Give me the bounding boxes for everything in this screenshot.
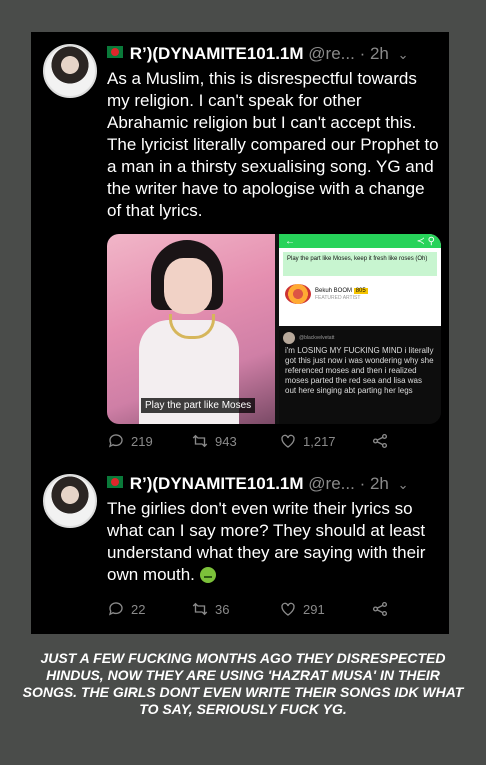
user-handle[interactable]: @re... xyxy=(308,44,355,63)
tweet-actions: 22 36 291 xyxy=(107,600,407,620)
retweet-count: 943 xyxy=(215,433,237,449)
heart-icon xyxy=(281,434,295,448)
lyrics-app-screenshot: ← ≺ ⚲ Play the part like Moses, keep it … xyxy=(279,234,441,326)
reply-icon xyxy=(108,602,123,616)
tweet-screenshot-panel: R’)(DYNAMITE101.1M @re... · 2h ⌄ As a Mu… xyxy=(31,32,449,634)
back-arrow-icon: ← xyxy=(285,235,295,247)
share-icon xyxy=(372,601,388,617)
chevron-down-icon[interactable]: ⌄ xyxy=(398,47,409,62)
retweet-icon xyxy=(192,434,208,448)
artist-name-line: Bekuh BOOM 805 xyxy=(315,287,368,295)
chevron-down-icon[interactable]: ⌄ xyxy=(398,477,409,492)
timestamp[interactable]: · 2h xyxy=(360,474,389,493)
tweet-text: As a Muslim, this is disrespectful towar… xyxy=(107,69,439,220)
tweet-header: R’)(DYNAMITE101.1M @re... · 2h ⌄ xyxy=(107,474,409,494)
tweet-1: R’)(DYNAMITE101.1M @re... · 2h ⌄ As a Mu… xyxy=(31,32,449,452)
like-button[interactable]: 291 xyxy=(279,600,325,618)
tweet-2: R’)(DYNAMITE101.1M @re... · 2h ⌄ The gir… xyxy=(31,462,449,632)
photo-caption: Play the part like Moses xyxy=(141,398,256,413)
tweet-header: R’)(DYNAMITE101.1M @re... · 2h ⌄ xyxy=(107,44,409,64)
reply-count: 219 xyxy=(131,433,153,449)
like-count: 1,217 xyxy=(303,433,336,449)
heart-icon xyxy=(281,602,295,616)
embedded-tweet-header: @blackvelvetatt xyxy=(279,330,441,346)
nauseated-face-emoji xyxy=(199,567,216,583)
retweet-button[interactable]: 943 xyxy=(191,432,237,450)
app-toolbar: ← ≺ ⚲ xyxy=(279,234,441,248)
artist-name: Bekuh BOOM xyxy=(315,288,353,294)
share-button[interactable] xyxy=(371,432,389,450)
lisa-photo: Play the part like Moses xyxy=(107,234,275,424)
retweet-count: 36 xyxy=(215,601,230,617)
share-icon xyxy=(372,433,388,449)
embedded-tweet-text: i'm LOSING MY FUCKING MIND i literally g… xyxy=(285,346,434,395)
artist-row: Bekuh BOOM 805 FEATURED ARTIST xyxy=(285,284,435,304)
reply-icon xyxy=(108,434,123,448)
embedded-tweet: @blackvelvetatt i'm LOSING MY FUCKING MI… xyxy=(279,330,441,424)
tweet-text-body: The girlies don't even write their lyric… xyxy=(107,499,426,584)
avatar[interactable] xyxy=(43,474,97,528)
embedded-handle: @blackvelvetatt xyxy=(299,335,335,341)
user-handle[interactable]: @re... xyxy=(308,474,355,493)
reply-count: 22 xyxy=(131,601,146,617)
tweet-media[interactable]: Play the part like Moses ← ≺ ⚲ Play the … xyxy=(107,234,441,424)
artist-sub: FEATURED ARTIST xyxy=(315,295,361,301)
timestamp[interactable]: · 2h xyxy=(360,44,389,63)
share-search-icons: ≺ ⚲ xyxy=(416,235,435,247)
lyric-line: Play the part like Moses, keep it fresh … xyxy=(283,252,437,276)
like-count: 291 xyxy=(303,601,325,617)
retweet-button[interactable]: 36 xyxy=(191,600,229,618)
display-name[interactable]: R’)(DYNAMITE101.1M xyxy=(130,474,304,493)
avatar[interactable] xyxy=(43,44,97,98)
share-button[interactable] xyxy=(371,600,389,618)
like-button[interactable]: 1,217 xyxy=(279,432,336,450)
story-caption: JUST A FEW FUCKING MONTHS AGO THEY DISRE… xyxy=(22,650,464,717)
artist-avatar xyxy=(285,284,311,304)
bangladesh-flag-icon xyxy=(107,476,123,488)
reply-button[interactable]: 22 xyxy=(107,600,145,618)
tweet-actions: 219 943 1,217 xyxy=(107,432,407,452)
tweet-text: The girlies don't even write their lyric… xyxy=(107,498,443,586)
display-name[interactable]: R’)(DYNAMITE101.1M xyxy=(130,44,304,63)
artist-badge: 805 xyxy=(353,288,368,294)
embedded-avatar xyxy=(283,332,295,344)
reply-button[interactable]: 219 xyxy=(107,432,153,450)
bangladesh-flag-icon xyxy=(107,46,123,58)
face-shape xyxy=(164,258,212,314)
retweet-icon xyxy=(192,602,208,616)
